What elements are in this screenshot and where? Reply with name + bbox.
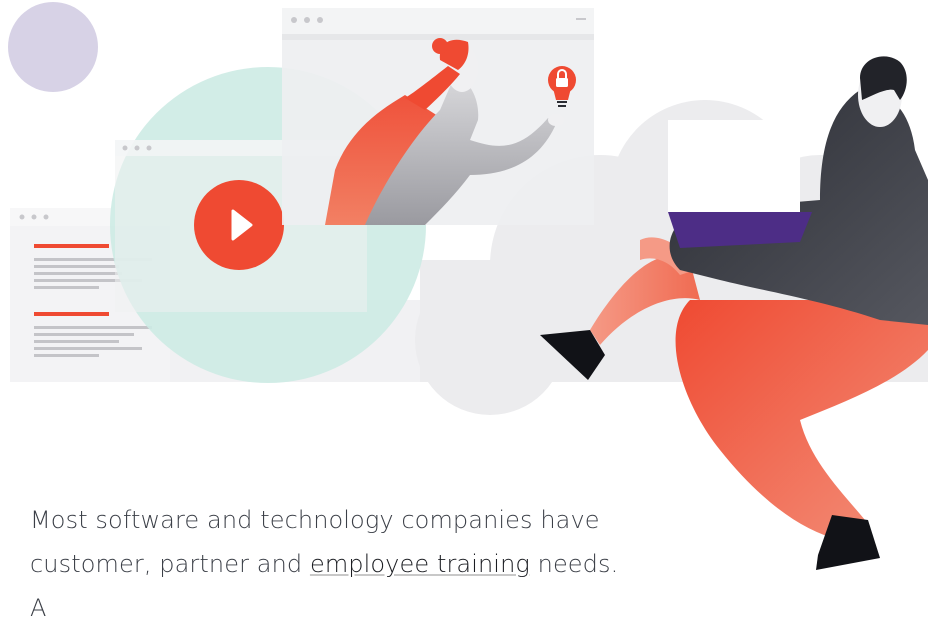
intro-line-1: Most software and technology companies h… xyxy=(30,506,600,534)
intro-line-2: customer, partner and employee training … xyxy=(30,542,620,630)
decor-circle xyxy=(8,2,98,92)
play-button[interactable] xyxy=(194,180,284,270)
doc-heading-line xyxy=(34,244,109,248)
employee-training-link[interactable]: employee training xyxy=(310,550,530,578)
hero-illustration xyxy=(8,2,928,570)
intro-line-2-prefix: customer, partner and xyxy=(30,550,310,578)
intro-paragraph: Most software and technology companies h… xyxy=(30,498,620,630)
